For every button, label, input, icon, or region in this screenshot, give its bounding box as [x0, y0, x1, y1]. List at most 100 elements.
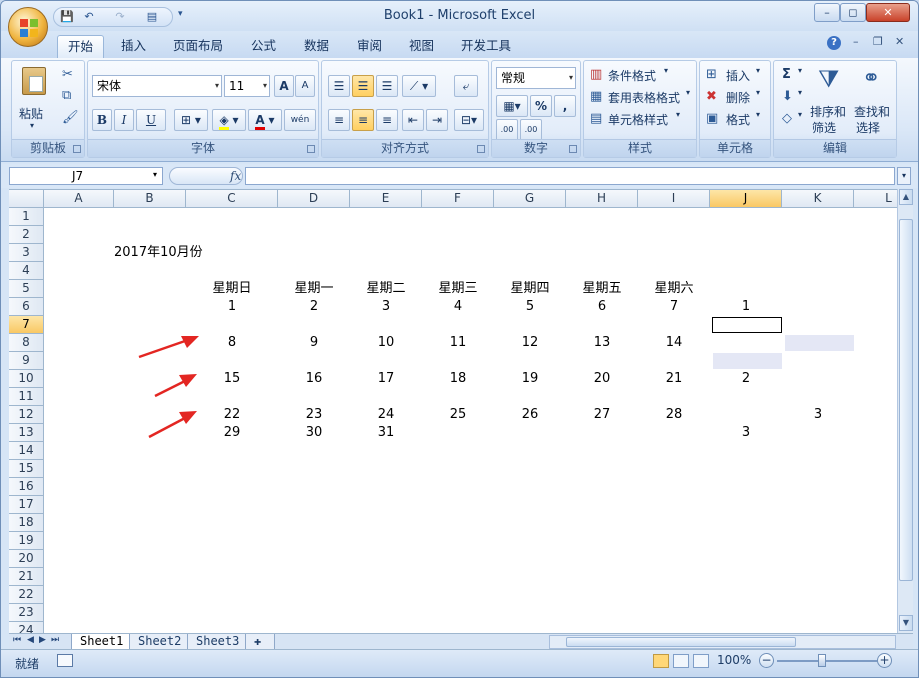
- horizontal-scrollbar[interactable]: [549, 635, 896, 649]
- borders-button[interactable]: ⊞ ▾: [174, 109, 208, 131]
- ribbon-restore-icon[interactable]: ❐: [873, 35, 883, 48]
- ribbon-close-icon[interactable]: ✕: [895, 35, 904, 48]
- cell-styles-button[interactable]: 单元格样式: [608, 111, 668, 128]
- align-center-button[interactable]: ≡: [352, 109, 374, 131]
- tab-data[interactable]: 数据: [294, 35, 339, 58]
- cut-icon[interactable]: ✂: [62, 67, 73, 83]
- font-name-combo[interactable]: 宋体 ▾: [92, 75, 222, 97]
- number-format-combo[interactable]: 常规 ▾: [496, 67, 576, 89]
- orientation-button[interactable]: ⟋ ▾: [402, 75, 436, 97]
- scroll-down-icon[interactable]: ▼: [899, 615, 913, 631]
- formula-input[interactable]: [245, 167, 895, 185]
- print-preview-icon[interactable]: ▤: [144, 10, 160, 24]
- sheet-tab-3[interactable]: Sheet3: [187, 634, 249, 650]
- shrink-font-button[interactable]: A: [295, 75, 315, 97]
- scroll-up-icon[interactable]: ▲: [899, 189, 913, 205]
- zoom-level[interactable]: 100%: [717, 653, 751, 667]
- tab-review[interactable]: 审阅: [347, 35, 392, 58]
- comma-button[interactable]: ,: [554, 95, 576, 117]
- tab-home[interactable]: 开始: [57, 35, 105, 58]
- minimize-button[interactable]: –: [814, 3, 840, 22]
- delete-cells-button[interactable]: 删除: [726, 89, 750, 106]
- tab-insert[interactable]: 插入: [111, 35, 156, 58]
- last-sheet-icon[interactable]: ⏭: [51, 635, 59, 645]
- page-break-view-icon[interactable]: [693, 654, 709, 668]
- align-bottom-button[interactable]: ☰: [376, 75, 398, 97]
- sort-filter-button[interactable]: ⧩ 排序和 筛选: [810, 65, 850, 137]
- close-button[interactable]: ✕: [866, 3, 910, 22]
- fill-color-button[interactable]: ◈ ▾: [212, 109, 246, 131]
- clipboard-launcher-icon[interactable]: [73, 145, 81, 153]
- name-box[interactable]: J7: [9, 167, 163, 185]
- alignment-launcher-icon[interactable]: [477, 145, 485, 153]
- align-top-button[interactable]: ☰: [328, 75, 350, 97]
- bold-button[interactable]: B: [92, 109, 112, 131]
- horizontal-scroll-thumb[interactable]: [566, 637, 796, 647]
- restore-button[interactable]: ◻: [840, 3, 866, 22]
- first-sheet-icon[interactable]: ⏮: [13, 635, 21, 645]
- format-cells-button[interactable]: 格式: [726, 111, 750, 128]
- sheet-tab-2[interactable]: Sheet2: [129, 634, 191, 650]
- merge-center-icon: ⊟: [460, 113, 472, 127]
- office-logo-icon: [20, 19, 38, 37]
- vertical-scrollbar[interactable]: ▲ ▼: [897, 189, 913, 633]
- phonetic-button[interactable]: wén: [284, 109, 316, 131]
- accounting-icon: ▦: [503, 99, 515, 113]
- percent-button[interactable]: %: [530, 95, 552, 117]
- decrease-indent-button[interactable]: ⇤: [402, 109, 424, 131]
- align-left-button[interactable]: ≡: [328, 109, 350, 131]
- fill-icon[interactable]: ⬇: [782, 89, 793, 105]
- zoom-slider[interactable]: [777, 660, 877, 662]
- insert-cells-button[interactable]: 插入: [726, 67, 750, 84]
- font-size-combo[interactable]: 11 ▾: [224, 75, 270, 97]
- increase-indent-button[interactable]: ⇥: [426, 109, 448, 131]
- increase-decimal-button[interactable]: .00: [496, 119, 518, 141]
- align-right-button[interactable]: ≡: [376, 109, 398, 131]
- help-icon[interactable]: ?: [827, 36, 841, 50]
- worksheet-grid[interactable]: ABCDEFGHIJKL 1 2 3 4 5 6 7 8 9 10 11 12 13 14 15 16 17 18…: [9, 189, 897, 633]
- clear-icon[interactable]: ◇: [782, 111, 792, 127]
- zoom-in-button[interactable]: +: [877, 653, 892, 668]
- page-layout-view-icon[interactable]: [673, 654, 689, 668]
- merge-center-button[interactable]: ⊟▾: [454, 109, 484, 131]
- tab-page-layout[interactable]: 页面布局: [163, 35, 233, 58]
- italic-button[interactable]: I: [114, 109, 134, 131]
- number-launcher-icon[interactable]: [569, 145, 577, 153]
- normal-view-icon[interactable]: [653, 654, 669, 668]
- tab-view[interactable]: 视图: [399, 35, 444, 58]
- qat-customize-icon[interactable]: ▾: [178, 9, 183, 19]
- underline-button[interactable]: U: [136, 109, 166, 131]
- expand-formula-bar-icon[interactable]: ▾: [897, 167, 911, 185]
- format-painter-icon[interactable]: 🖌: [62, 110, 79, 126]
- accounting-button[interactable]: ▦▾: [496, 95, 528, 117]
- name-box-dropdown-icon[interactable]: ▾: [153, 170, 157, 179]
- ribbon-minimize-icon[interactable]: –: [853, 35, 859, 48]
- font-color-button[interactable]: A ▾: [248, 109, 282, 131]
- tab-formulas[interactable]: 公式: [241, 35, 286, 58]
- font-launcher-icon[interactable]: [307, 145, 315, 153]
- vertical-scroll-thumb[interactable]: [899, 219, 913, 581]
- next-sheet-icon[interactable]: ▶: [39, 635, 46, 645]
- zoom-slider-thumb[interactable]: [818, 654, 826, 667]
- insert-function-icon[interactable]: fx: [230, 169, 241, 183]
- find-select-button[interactable]: ⚭ 查找和 选择: [854, 65, 894, 137]
- paste-button[interactable]: 粘贴 ▾: [18, 65, 52, 133]
- grow-font-button[interactable]: A: [274, 75, 294, 97]
- zoom-out-button[interactable]: −: [759, 653, 774, 668]
- conditional-formatting-button[interactable]: 条件格式: [608, 67, 656, 84]
- tab-developer[interactable]: 开发工具: [451, 35, 521, 58]
- format-as-table-button[interactable]: 套用表格格式: [608, 89, 680, 106]
- autosum-icon[interactable]: Σ: [782, 67, 791, 83]
- align-middle-button[interactable]: ☰: [352, 75, 374, 97]
- macro-recording-icon[interactable]: [57, 654, 73, 667]
- undo-icon[interactable]: ↶: [81, 10, 97, 24]
- prev-sheet-icon[interactable]: ◀: [27, 635, 34, 645]
- office-button[interactable]: [8, 7, 48, 47]
- redo-icon[interactable]: ↷: [112, 10, 128, 24]
- insert-sheet-icon[interactable]: ✚: [245, 634, 275, 650]
- decrease-decimal-button[interactable]: .00: [520, 119, 542, 141]
- save-icon[interactable]: 💾: [59, 10, 75, 24]
- sheet-tab-1[interactable]: Sheet1: [71, 634, 133, 650]
- copy-icon[interactable]: ⧉: [62, 88, 71, 104]
- wrap-text-button[interactable]: ⤶: [454, 75, 478, 97]
